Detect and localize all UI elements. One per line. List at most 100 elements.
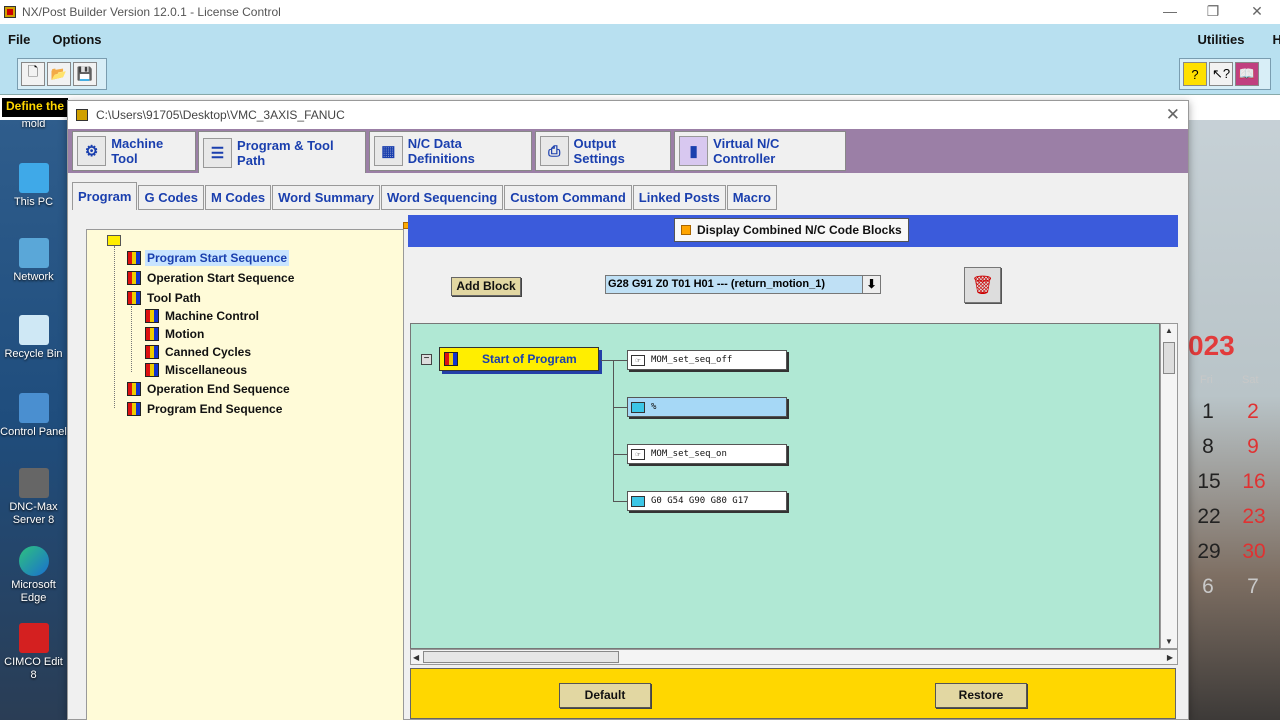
tree-node-label: Machine Control — [165, 309, 260, 323]
tab-machine-tool[interactable]: ⚙ Machine Tool — [72, 131, 196, 171]
desktop-icon-edge[interactable]: Microsoft Edge — [0, 546, 67, 605]
scroll-up-icon[interactable]: ▲ — [1165, 326, 1173, 335]
sequence-canvas[interactable]: − Start of Program ☞ MOM_set_seq_off % ☞… — [410, 323, 1160, 649]
menu-help[interactable]: Help — [1264, 32, 1280, 47]
tree-node-label: Operation End Sequence — [147, 382, 290, 396]
calendar-day[interactable]: 29 — [1194, 540, 1224, 564]
subtab-g-codes[interactable]: G Codes — [138, 185, 204, 210]
minimize-button[interactable]: — — [1147, 0, 1193, 24]
menu-options[interactable]: Options — [44, 32, 109, 47]
tree-root-folder-icon[interactable] — [107, 235, 121, 246]
calendar-day[interactable]: 2 — [1238, 400, 1268, 424]
calendar-day[interactable]: 15 — [1194, 470, 1224, 494]
calendar-day[interactable]: 9 — [1238, 435, 1268, 459]
tree-node-label: Tool Path — [147, 291, 201, 305]
connector-line — [613, 407, 627, 408]
tree-node-operation-end[interactable]: Operation End Sequence — [127, 380, 292, 398]
calendar-day[interactable]: 30 — [1239, 540, 1269, 564]
scroll-left-icon[interactable]: ◀ — [413, 653, 419, 662]
tab-virtual-nc-controller[interactable]: ▮ Virtual N/C Controller — [674, 131, 846, 171]
nc-block[interactable]: G0 G54 G90 G80 G17 — [627, 491, 787, 511]
sub-tab-bar: Program G Codes M Codes Word Summary Wor… — [72, 182, 778, 211]
maximize-button[interactable]: ❐ — [1190, 0, 1236, 24]
scroll-thumb[interactable] — [1163, 342, 1175, 374]
tree-node-miscellaneous[interactable]: Miscellaneous — [145, 361, 249, 379]
tree-line — [131, 306, 132, 372]
nc-block[interactable]: % — [627, 397, 787, 417]
connector-line — [613, 501, 627, 502]
subtab-linked-posts[interactable]: Linked Posts — [632, 185, 726, 210]
collapse-icon[interactable]: − — [421, 354, 432, 365]
computer-icon — [18, 163, 49, 193]
desktop-icon-control-panel[interactable]: Control Panel — [0, 393, 67, 439]
desktop-icon-cimco[interactable]: CIMCO Edit 8 — [0, 623, 67, 682]
display-combined-toggle[interactable]: Display Combined N/C Code Blocks — [674, 218, 909, 242]
tree-node-tool-path[interactable]: Tool Path — [127, 289, 203, 307]
default-button[interactable]: Default — [559, 683, 651, 708]
tab-nc-data-definitions[interactable]: ▦ N/C Data Definitions — [369, 131, 532, 171]
horizontal-scrollbar[interactable]: ◀ ▶ — [410, 649, 1178, 665]
start-node-label: Start of Program — [482, 352, 577, 366]
calendar-day[interactable]: 6 — [1193, 575, 1223, 599]
desktop-icon-network[interactable]: Network — [0, 238, 67, 284]
open-folder-icon[interactable]: 📂 — [47, 62, 71, 86]
nc-block-text: MOM_set_seq_on — [651, 449, 727, 459]
nc-block[interactable]: ☞ MOM_set_seq_off — [627, 350, 787, 370]
calendar-day[interactable]: 23 — [1239, 505, 1269, 529]
tree-node-operation-start[interactable]: Operation Start Sequence — [127, 269, 296, 287]
trash-icon[interactable]: 🗑 — [964, 267, 1001, 303]
desktop-icon-dnc-max[interactable]: DNC-Max Server 8 — [0, 468, 67, 527]
vertical-scrollbar[interactable]: ▲ ▼ — [1160, 323, 1178, 649]
block-select-dropdown[interactable]: G28 G91 Z0 T01 H01 --- (return_motion_1)… — [605, 275, 881, 294]
dialog-path: C:\Users\91705\Desktop\VMC_3AXIS_FANUC — [96, 108, 345, 122]
calendar-day[interactable]: 7 — [1238, 575, 1268, 599]
block-select-value: G28 G91 Z0 T01 H01 --- (return_motion_1) — [608, 278, 825, 290]
close-button[interactable]: ✕ — [1234, 0, 1280, 24]
desktop-icon-recycle-bin[interactable]: Recycle Bin — [0, 315, 67, 361]
scroll-right-icon[interactable]: ▶ — [1167, 653, 1173, 662]
subtab-word-summary[interactable]: Word Summary — [272, 185, 380, 210]
calendar-day[interactable]: 22 — [1194, 505, 1224, 529]
scroll-down-icon[interactable]: ▼ — [1165, 637, 1173, 646]
tree-node-program-end[interactable]: Program End Sequence — [127, 400, 284, 418]
subtab-macro[interactable]: Macro — [726, 185, 777, 210]
desktop-icon-label: Control Panel — [0, 426, 67, 438]
manual-book-icon[interactable]: 📖 — [1235, 62, 1259, 86]
nc-block[interactable]: ☞ MOM_set_seq_on — [627, 444, 787, 464]
scroll-thumb[interactable] — [423, 651, 619, 663]
new-file-icon[interactable]: 🗋 — [21, 62, 45, 86]
start-of-program-node[interactable]: Start of Program — [439, 347, 599, 371]
nc-data-icon: ▦ — [374, 136, 403, 166]
subtab-m-codes[interactable]: M Codes — [204, 185, 272, 210]
cube-block-icon — [631, 401, 645, 413]
dropdown-arrow-icon[interactable]: ⬇ — [862, 276, 880, 293]
desktop-icon-label: Network — [13, 271, 54, 283]
tab-output-settings[interactable]: ⎙ Output Settings — [535, 131, 671, 171]
tree-node-machine-control[interactable]: Machine Control — [145, 307, 261, 325]
subtab-program[interactable]: Program — [72, 182, 138, 210]
network-icon — [18, 238, 49, 268]
restore-button[interactable]: Restore — [935, 683, 1027, 708]
subtab-word-sequencing[interactable]: Word Sequencing — [380, 185, 504, 210]
tree-node-canned-cycles[interactable]: Canned Cycles — [145, 343, 253, 361]
tree-node-motion[interactable]: Motion — [145, 325, 206, 343]
calendar-day[interactable]: 16 — [1239, 470, 1269, 494]
save-icon[interactable]: 💾 — [73, 62, 97, 86]
tab-label: N/C Data Definitions — [407, 136, 475, 166]
calendar-day[interactable]: 1 — [1193, 400, 1223, 424]
connector-line — [601, 360, 627, 361]
add-block-button[interactable]: Add Block — [451, 277, 521, 296]
sequence-tree: Program Start Sequence Operation Start S… — [86, 229, 404, 720]
help-balloon-icon[interactable]: ? — [1183, 62, 1207, 86]
context-help-icon[interactable]: ↖? — [1209, 62, 1233, 86]
action-bar: Default Restore — [410, 668, 1176, 719]
dialog-close-button[interactable]: ✕ — [1166, 105, 1180, 125]
menu-file[interactable]: File — [0, 32, 38, 47]
hand-pointer-icon: ☞ — [631, 448, 645, 460]
calendar-day[interactable]: 8 — [1193, 435, 1223, 459]
desktop-icon-this-pc[interactable]: This PC — [0, 163, 67, 209]
subtab-custom-command[interactable]: Custom Command — [504, 185, 632, 210]
menu-utilities[interactable]: Utilities — [1190, 32, 1253, 47]
tree-node-program-start[interactable]: Program Start Sequence — [127, 249, 290, 267]
tab-program-tool-path[interactable]: ☰ Program & Tool Path — [198, 131, 366, 173]
